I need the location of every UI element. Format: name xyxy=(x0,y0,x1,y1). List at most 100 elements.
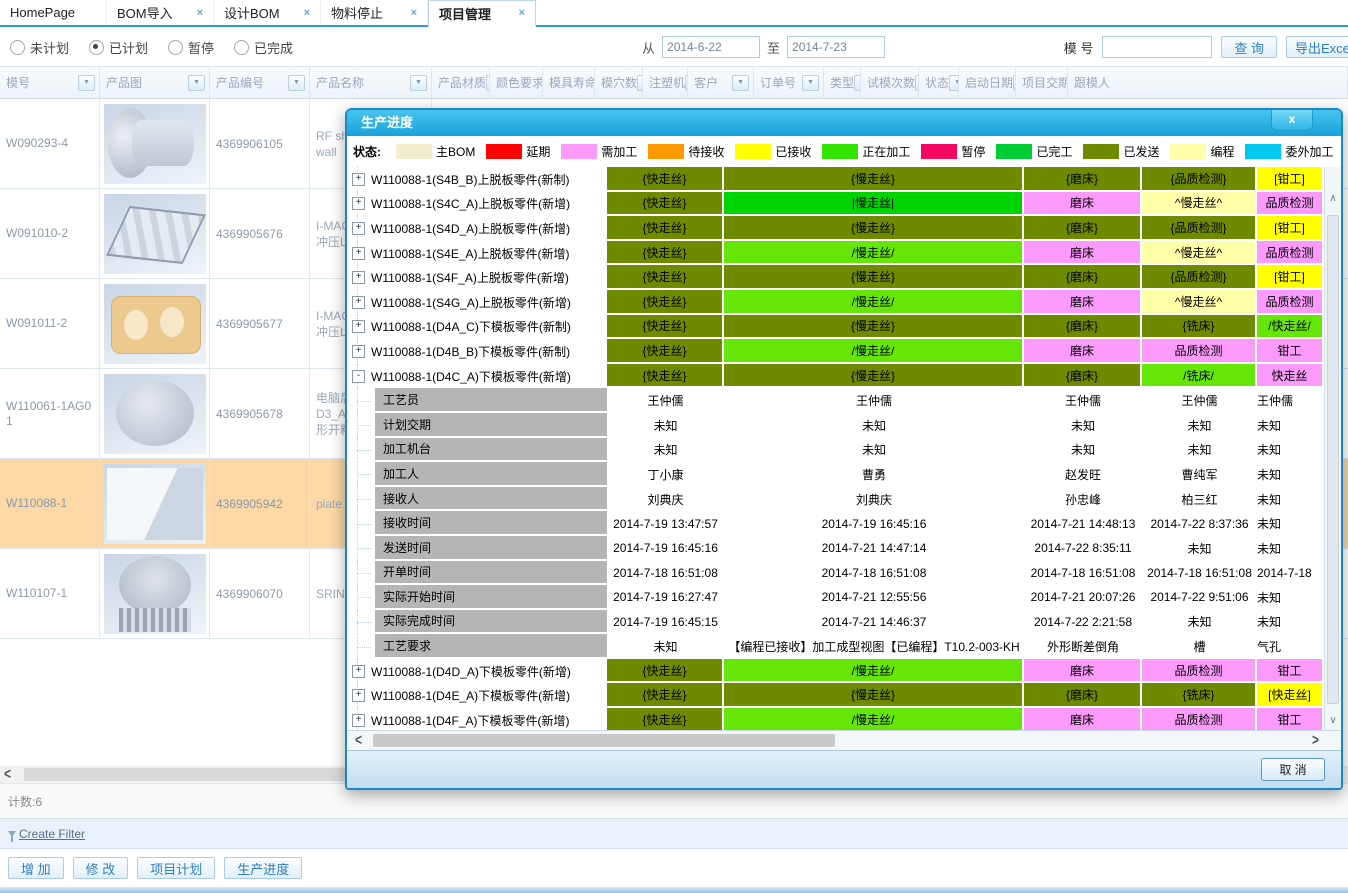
action-button-1[interactable]: 修 改 xyxy=(73,857,129,879)
process-row[interactable]: +W110088-1(D4D_A)下模板零件(新增){快走丝}/慢走丝/磨床品质… xyxy=(347,659,1324,684)
process-cell[interactable]: 品质检测 xyxy=(1257,290,1324,315)
grid-header-cell[interactable]: 颜色要求▼ xyxy=(490,67,543,98)
process-cell[interactable]: ^慢走丝^ xyxy=(1142,192,1257,217)
tab-0[interactable]: HomePage xyxy=(0,0,107,25)
action-button-3[interactable]: 生产进度 xyxy=(224,857,302,879)
process-cell[interactable]: {快走丝} xyxy=(607,659,724,684)
tab-1[interactable]: BOM导入× xyxy=(107,0,214,25)
process-row[interactable]: +W110088-1(D4F_A)下模板零件(新增){快走丝}/慢走丝/磨床品质… xyxy=(347,708,1324,730)
process-cell[interactable]: [钳工] xyxy=(1257,167,1324,192)
radio-circle-icon[interactable] xyxy=(10,40,25,55)
process-row[interactable]: +W110088-1(S4B_B)上脱板零件(新制){快走丝}{慢走丝}{磨床}… xyxy=(347,167,1324,192)
expander-icon[interactable]: + xyxy=(352,345,365,358)
close-icon[interactable]: x xyxy=(1271,110,1313,131)
process-row[interactable]: -W110088-1(D4C_A)下模板零件(新增){快走丝}{慢走丝}{磨床}… xyxy=(347,364,1324,389)
process-cell[interactable]: {慢走丝} xyxy=(724,167,1024,192)
process-cell[interactable]: /慢走丝/ xyxy=(724,241,1024,266)
process-cell[interactable]: 钳工 xyxy=(1257,708,1324,730)
process-cell[interactable]: {快走丝} xyxy=(607,265,724,290)
create-filter-link[interactable]: Create Filter xyxy=(19,827,85,841)
process-cell[interactable]: {磨床} xyxy=(1024,216,1142,241)
process-cell[interactable]: {慢走丝} xyxy=(724,216,1024,241)
search-button[interactable]: 查 询 xyxy=(1221,36,1277,58)
process-cell[interactable]: {快走丝} xyxy=(607,364,724,389)
expander-icon[interactable]: + xyxy=(352,173,365,186)
expander-icon[interactable]: + xyxy=(352,320,365,333)
radio-0[interactable]: 未计划 xyxy=(10,38,69,57)
radio-circle-icon[interactable] xyxy=(168,40,183,55)
grid-header-cell[interactable]: 产品材质▼ xyxy=(432,67,490,98)
date-to-input[interactable] xyxy=(787,36,885,58)
tab-close-icon[interactable]: × xyxy=(519,7,525,19)
tab-close-icon[interactable]: × xyxy=(411,7,417,19)
grid-header-cell[interactable]: 项目交期▼ xyxy=(1016,67,1068,98)
process-cell[interactable]: /慢走丝/ xyxy=(724,659,1024,684)
expander-icon[interactable]: + xyxy=(352,271,365,284)
process-cell[interactable]: {快走丝} xyxy=(607,192,724,217)
process-cell[interactable]: {快走丝} xyxy=(607,708,724,730)
expander-icon[interactable]: + xyxy=(352,296,365,309)
filter-arrow-icon[interactable]: ▼ xyxy=(78,75,95,91)
tab-close-icon[interactable]: × xyxy=(197,7,203,19)
grid-header-cell[interactable]: 模穴数▼ xyxy=(595,67,643,98)
process-cell[interactable]: 磨床 xyxy=(1024,241,1142,266)
process-cell[interactable]: 品质检测 xyxy=(1257,241,1324,266)
process-cell[interactable]: {品质检测} xyxy=(1142,167,1257,192)
process-cell[interactable]: 磨床 xyxy=(1024,659,1142,684)
process-cell[interactable]: {铣床} xyxy=(1142,683,1257,708)
expander-icon[interactable]: + xyxy=(352,665,365,678)
process-cell[interactable]: {快走丝} xyxy=(607,290,724,315)
grid-header-cell[interactable]: 跟模人 xyxy=(1068,67,1348,98)
process-cell[interactable]: {快走丝} xyxy=(607,241,724,266)
process-cell[interactable]: {慢走丝} xyxy=(724,265,1024,290)
scroll-up-icon[interactable]: ∧ xyxy=(1325,193,1341,204)
filter-arrow-icon[interactable]: ▼ xyxy=(802,75,819,91)
dialog-horizontal-scrollbar[interactable]: < > xyxy=(347,730,1341,750)
process-cell[interactable]: {磨床} xyxy=(1024,265,1142,290)
process-cell[interactable]: /铣床/ xyxy=(1142,364,1257,389)
process-cell[interactable]: {磨床} xyxy=(1024,315,1142,340)
grid-header-cell[interactable]: 状态▼ xyxy=(919,67,959,98)
radio-1[interactable]: 已计划 xyxy=(89,38,148,57)
expander-icon[interactable]: + xyxy=(352,714,365,727)
expander-icon[interactable]: - xyxy=(352,370,365,383)
tab-2[interactable]: 设计BOM× xyxy=(214,0,321,25)
radio-circle-icon[interactable] xyxy=(89,40,104,55)
grid-header-cell[interactable]: 客户▼ xyxy=(688,67,754,98)
process-cell[interactable]: 磨床 xyxy=(1024,290,1142,315)
process-cell[interactable]: {慢走丝} xyxy=(724,683,1024,708)
process-cell[interactable]: {快走丝} xyxy=(607,315,724,340)
filter-arrow-icon[interactable]: ▼ xyxy=(854,75,861,91)
expander-icon[interactable]: + xyxy=(352,689,365,702)
process-cell[interactable]: {磨床} xyxy=(1024,364,1142,389)
process-row[interactable]: +W110088-1(S4F_A)上脱板零件(新增){快走丝}{慢走丝}{磨床}… xyxy=(347,265,1324,290)
grid-header-cell[interactable]: 试模次数▼ xyxy=(861,67,919,98)
process-cell[interactable]: {快走丝} xyxy=(607,167,724,192)
scroll-right-icon[interactable]: > xyxy=(1312,731,1319,749)
process-cell[interactable]: /慢走丝/ xyxy=(724,708,1024,730)
dialog-hscroll-thumb[interactable] xyxy=(373,734,835,747)
mold-number-input[interactable] xyxy=(1102,36,1212,58)
date-from-input[interactable] xyxy=(662,36,760,58)
scroll-left-icon[interactable]: < xyxy=(355,731,362,749)
process-cell[interactable]: 快走丝 xyxy=(1257,364,1324,389)
dialog-title-bar[interactable]: 生产进度 x xyxy=(347,110,1341,136)
process-cell[interactable]: 钳工 xyxy=(1257,659,1324,684)
scroll-down-icon[interactable]: ∨ xyxy=(1325,715,1341,726)
action-button-2[interactable]: 项目计划 xyxy=(137,857,215,879)
process-cell[interactable]: {磨床} xyxy=(1024,683,1142,708)
tab-4[interactable]: 项目管理× xyxy=(428,0,536,27)
grid-header-cell[interactable]: 订单号▼ xyxy=(754,67,824,98)
process-cell[interactable]: [钳工] xyxy=(1257,216,1324,241)
filter-arrow-icon[interactable]: ▼ xyxy=(949,75,959,91)
action-button-0[interactable]: 增 加 xyxy=(8,857,64,879)
process-row[interactable]: +W110088-1(S4E_A)上脱板零件(新增){快走丝}/慢走丝/磨床^慢… xyxy=(347,241,1324,266)
radio-2[interactable]: 暂停 xyxy=(168,38,214,57)
filter-arrow-icon[interactable]: ▼ xyxy=(410,75,427,91)
process-row[interactable]: +W110088-1(D4E_A)下模板零件(新增){快走丝}{慢走丝}{磨床}… xyxy=(347,683,1324,708)
process-row[interactable]: +W110088-1(D4A_C)下模板零件(新制){快走丝}{慢走丝}{磨床}… xyxy=(347,315,1324,340)
process-cell[interactable]: [钳工] xyxy=(1257,265,1324,290)
process-cell[interactable]: /慢走丝/ xyxy=(724,339,1024,364)
process-cell[interactable]: {慢走丝} xyxy=(724,315,1024,340)
process-cell[interactable]: ^慢走丝^ xyxy=(1142,290,1257,315)
